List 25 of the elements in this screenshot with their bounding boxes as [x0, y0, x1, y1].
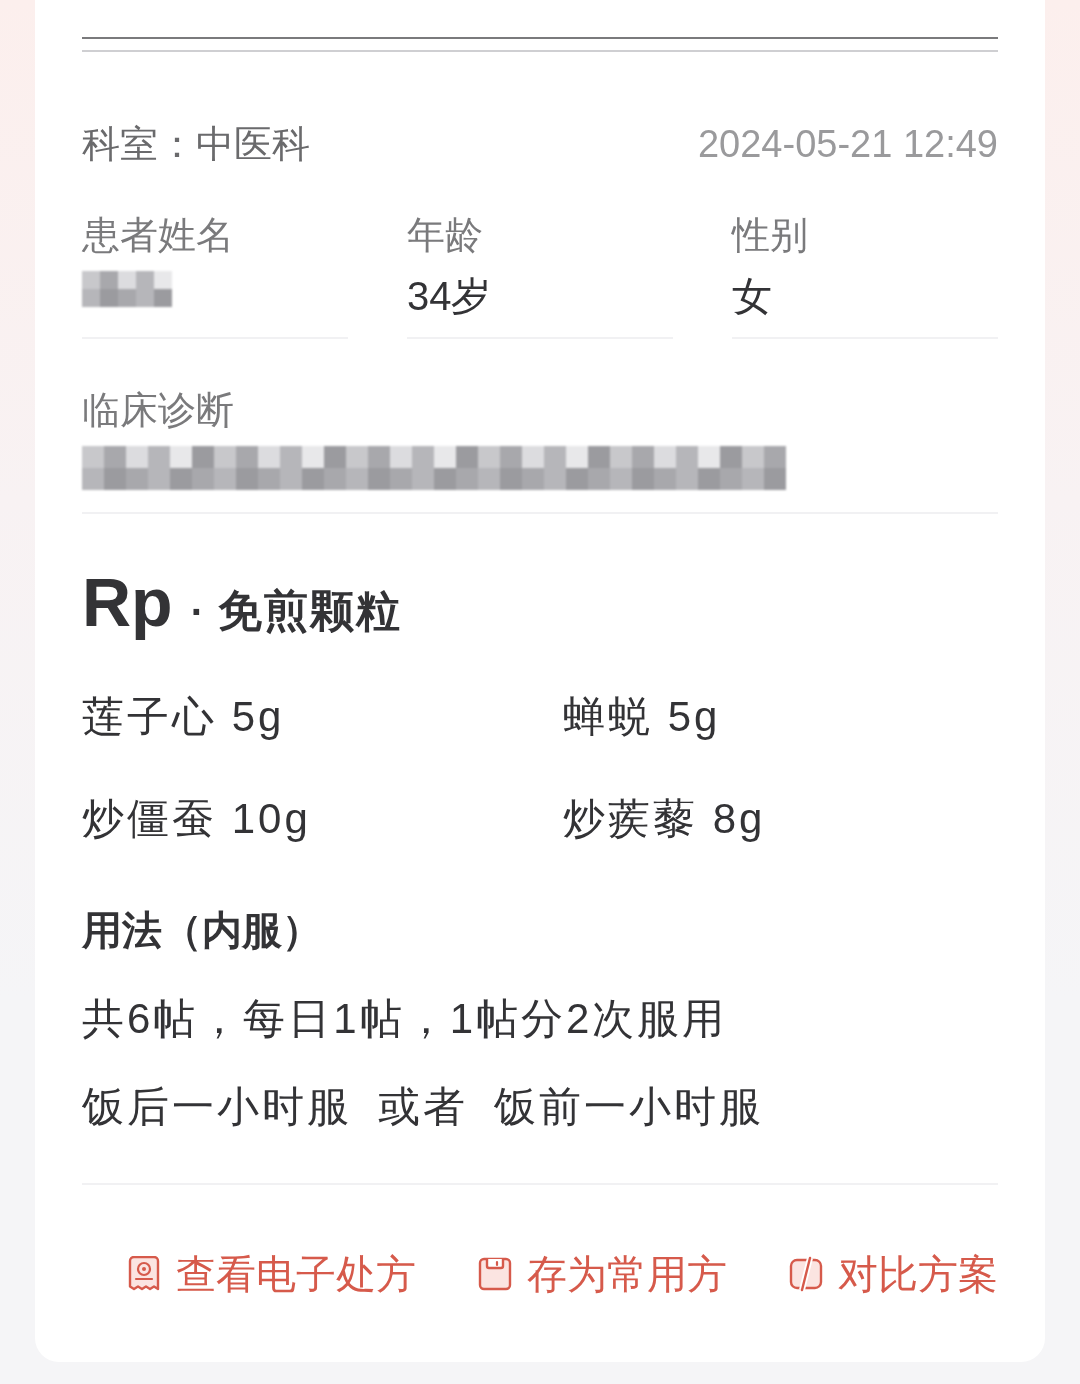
rp-title: Rp: [82, 563, 173, 642]
timing-text: 饭前一小时服: [494, 1082, 764, 1132]
herb-dose-text: 炒僵蚕 10g: [82, 794, 312, 844]
herb-dose-text: 蝉蜕 5g: [563, 692, 722, 742]
compare-icon: [789, 1256, 823, 1292]
field-label: 年龄: [407, 213, 484, 258]
timing-text: 或者: [378, 1082, 468, 1132]
action-button[interactable]: 存为常用方: [478, 1249, 727, 1299]
timing-text: 饭后一小时服: [82, 1082, 352, 1132]
prescription-type: 免煎颗粒: [218, 585, 402, 637]
usage-title: 用法（内服）: [82, 907, 323, 954]
herb-dose-text: 莲子心 5g: [82, 692, 286, 742]
herb-dose-text: 炒蒺藜 8g: [563, 794, 767, 844]
field-value: 女: [732, 273, 773, 320]
document-seal-icon: [127, 1256, 161, 1292]
field-label: 临床诊断: [82, 388, 235, 433]
field-label: 患者姓名: [82, 213, 235, 258]
dosage-text: 共6帖，每日1帖，1帖分2次服用: [82, 994, 729, 1044]
action-button[interactable]: 查看电子处方: [127, 1249, 416, 1299]
field-value: 34岁: [407, 273, 493, 320]
action-button[interactable]: 对比方案: [789, 1249, 998, 1299]
field-label: 性别: [732, 213, 809, 258]
separator-dot: ·: [190, 590, 204, 635]
date-time-text: 2024-05-21 12:49: [697, 122, 998, 167]
department-text: 科室：中医科: [82, 122, 310, 167]
